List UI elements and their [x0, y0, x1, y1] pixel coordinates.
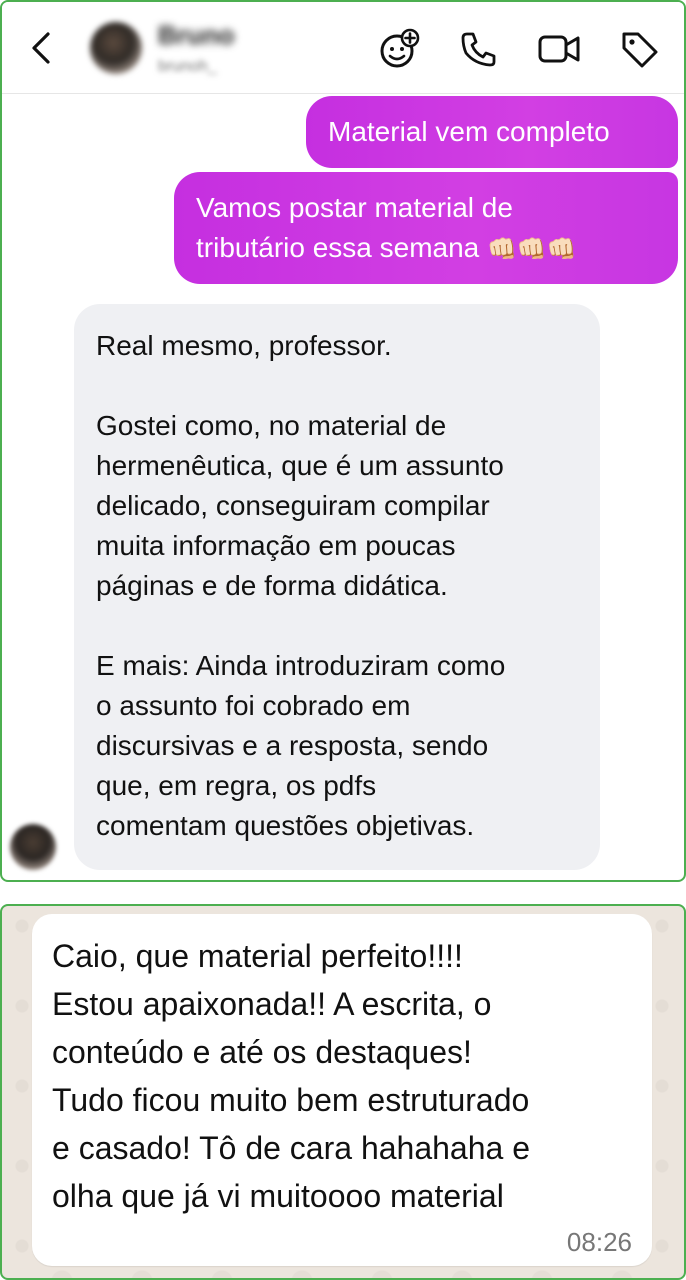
instagram-dm-screenshot: Bruno brunoh_ Material vem completo Vamo… [0, 0, 686, 882]
message-text: Vamos postar material de [196, 192, 513, 223]
tag-icon[interactable] [616, 26, 662, 72]
message-line: Estou apaixonada!! A escrita, o [52, 986, 492, 1022]
message-line: páginas e de forma didática. [96, 570, 448, 601]
message-line: que, em regra, os pdfs [96, 770, 377, 801]
message-line: o assunto foi cobrado em [96, 690, 411, 721]
sender-avatar[interactable] [10, 824, 56, 870]
fist-bump-emoji-icon: 👊🏻👊🏻👊🏻 [487, 235, 577, 263]
message-line: Gostei como, no material de [96, 410, 447, 441]
message-text-line: tributário essa semana 👊🏻👊🏻👊🏻 [196, 228, 658, 269]
phone-icon[interactable] [456, 26, 502, 72]
message-line: E mais: Ainda introduziram como [96, 650, 506, 681]
message-line: delicado, conseguiram compilar [96, 490, 490, 521]
message-paragraph: Real mesmo, professor. [96, 326, 580, 366]
outgoing-message[interactable]: Material vem completo [306, 96, 678, 168]
message-line: discursivas e a resposta, sendo [96, 730, 489, 761]
message-timestamp: 08:26 [566, 1227, 632, 1257]
message-line: Real mesmo, professor. [96, 330, 392, 361]
whatsapp-chat-screenshot: Caio, que material perfeito!!!! Estou ap… [0, 904, 686, 1280]
message-line: Caio, que material perfeito!!!! [52, 938, 463, 974]
message-text: tributário essa semana [196, 232, 480, 263]
contact-name[interactable]: Bruno [158, 20, 235, 51]
message-text: Material vem completo [328, 116, 610, 147]
message-line: e casado! Tô de cara hahahaha e [52, 1130, 530, 1166]
message-line: comentam questões objetivas. [96, 810, 475, 841]
message-line: olha que já vi muitoooo material [52, 1178, 504, 1214]
message-line: conteúdo e até os destaques! [52, 1034, 472, 1070]
message-text: Caio, que material perfeito!!!! Estou ap… [52, 932, 634, 1220]
add-emoji-icon[interactable] [376, 26, 422, 72]
incoming-message[interactable]: Caio, que material perfeito!!!! Estou ap… [32, 914, 652, 1266]
incoming-message[interactable]: Real mesmo, professor. Gostei como, no m… [74, 304, 600, 870]
message-paragraph: Gostei como, no material de hermenêutica… [96, 406, 580, 606]
message-line: muita informação em poucas [96, 530, 456, 561]
avatar[interactable] [90, 22, 142, 74]
message-line: Tudo ficou muito bem estruturado [52, 1082, 530, 1118]
message-paragraph: E mais: Ainda introduziram como o assunt… [96, 646, 580, 846]
outgoing-message[interactable]: Vamos postar material de tributário essa… [174, 172, 678, 284]
video-camera-icon[interactable] [536, 26, 582, 72]
back-chevron-icon[interactable] [24, 28, 60, 68]
message-line: hermenêutica, que é um assunto [96, 450, 504, 481]
chat-header: Bruno brunoh_ [2, 2, 684, 94]
contact-handle: brunoh_ [158, 58, 217, 75]
